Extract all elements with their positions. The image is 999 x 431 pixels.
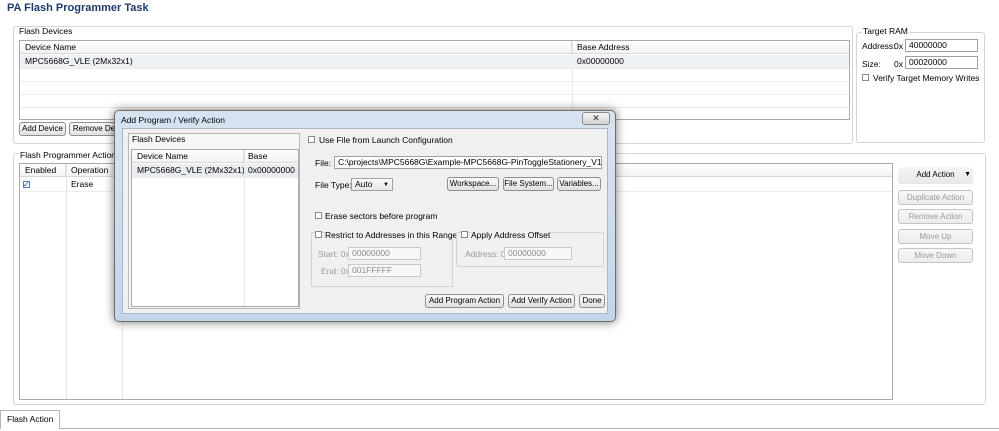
remove-device-button[interactable]: Remove De	[69, 122, 119, 136]
apply-offset-checkbox[interactable]	[461, 231, 468, 238]
use-launch-config-checkbox[interactable]	[308, 136, 315, 143]
remove-action-button[interactable]: Remove Action	[898, 209, 973, 224]
column-header-base-address[interactable]: Base Address	[244, 150, 298, 174]
duplicate-action-button[interactable]: Duplicate Action	[898, 190, 973, 205]
column-header-device-name[interactable]: Device Name	[132, 150, 244, 163]
ram-size-input[interactable]: 00020000	[905, 56, 978, 69]
restrict-range-checkbox[interactable]	[315, 231, 322, 238]
end-address-label: End: 0x	[321, 266, 350, 276]
base-address-cell: 0x00000000	[248, 165, 295, 175]
file-label: File:	[315, 158, 332, 168]
file-type-label: File Type:	[315, 180, 352, 190]
move-down-button[interactable]: Move Down	[898, 248, 973, 263]
add-device-button[interactable]: Add Device	[19, 122, 66, 136]
move-up-button[interactable]: Move Up	[898, 229, 973, 244]
ram-address-prefix: 0x	[894, 41, 903, 51]
erase-sectors-label: Erase sectors before program	[325, 211, 438, 221]
workspace-button[interactable]: Workspace...	[447, 177, 499, 191]
file-type-value: Auto	[355, 179, 373, 189]
flash-devices-label: Flash Devices	[19, 26, 73, 36]
add-verify-action-button[interactable]: Add Verify Action	[508, 294, 575, 308]
action-enabled-checkbox[interactable]	[23, 178, 30, 191]
ram-address-label: Address:	[862, 41, 896, 51]
dialog-title: Add Program / Verify Action	[121, 115, 225, 125]
dialog-devices-table: Device Name Base Address MPC5668G_VLE (2…	[131, 149, 299, 307]
file-path-input[interactable]: C:\projects\MPC5668G\Example-MPC5668G-Pi…	[334, 156, 602, 169]
add-action-button[interactable]: Add Action ▼	[898, 167, 973, 184]
column-header-device-name[interactable]: Device Name	[20, 41, 572, 54]
dialog-body: Flash Devices Device Name Base Address M…	[122, 128, 608, 314]
page-title: PA Flash Programmer Task	[7, 2, 149, 14]
variables-button[interactable]: Variables...	[557, 177, 601, 191]
target-ram-label: Target RAM	[862, 26, 909, 36]
restrict-range-label: Restrict to Addresses in this Range	[325, 230, 458, 240]
start-address-input[interactable]: 00000000	[348, 247, 421, 260]
flash-actions-label: Flash Programmer Actions	[19, 150, 122, 160]
add-action-label: Add Action	[916, 170, 955, 179]
flash-devices-table: Device Name Base Address MPC5668G_VLE (2…	[19, 40, 850, 120]
base-address-cell: 0x00000000	[577, 56, 624, 66]
chevron-down-icon: ▼	[383, 182, 389, 188]
device-name-cell: MPC5668G_VLE (2Mx32x1)	[25, 56, 133, 66]
verify-writes-label: Verify Target Memory Writes	[873, 73, 980, 83]
offset-address-input[interactable]: 00000000	[504, 247, 572, 260]
file-system-button[interactable]: File System...	[503, 177, 554, 191]
erase-sectors-checkbox[interactable]	[315, 212, 322, 219]
close-icon[interactable]: ✕	[582, 112, 610, 125]
ram-size-label: Size:	[862, 59, 881, 69]
column-header-base-address[interactable]: Base Address	[572, 41, 849, 54]
add-program-action-button[interactable]: Add Program Action	[425, 294, 504, 308]
file-type-select[interactable]: Auto ▼	[351, 178, 393, 191]
add-program-verify-dialog: Add Program / Verify Action ✕ Flash Devi…	[114, 110, 616, 322]
start-address-label: Start: 0x	[318, 249, 350, 259]
dropdown-arrow-icon: ▼	[964, 171, 971, 178]
verify-writes-checkbox[interactable]	[862, 74, 869, 81]
tab-flash-action[interactable]: Flash Action	[0, 410, 61, 429]
column-header-enabled[interactable]: Enabled	[20, 164, 66, 177]
ram-address-input[interactable]: 40000000	[905, 39, 978, 52]
end-address-input[interactable]: 001FFFFF	[348, 264, 421, 277]
dialog-devices-label: Flash Devices	[132, 134, 186, 144]
table-row[interactable]: MPC5668G_VLE (2Mx32x1) 0x00000000	[20, 55, 849, 69]
ram-size-prefix: 0x	[894, 59, 903, 69]
done-button[interactable]: Done	[579, 294, 605, 308]
apply-offset-label: Apply Address Offset	[471, 230, 551, 240]
use-launch-config-label: Use File from Launch Configuration	[319, 135, 453, 145]
table-row[interactable]: MPC5668G_VLE (2Mx32x1) 0x00000000	[132, 164, 298, 178]
device-name-cell: MPC5668G_VLE (2Mx32x1)	[137, 165, 244, 175]
